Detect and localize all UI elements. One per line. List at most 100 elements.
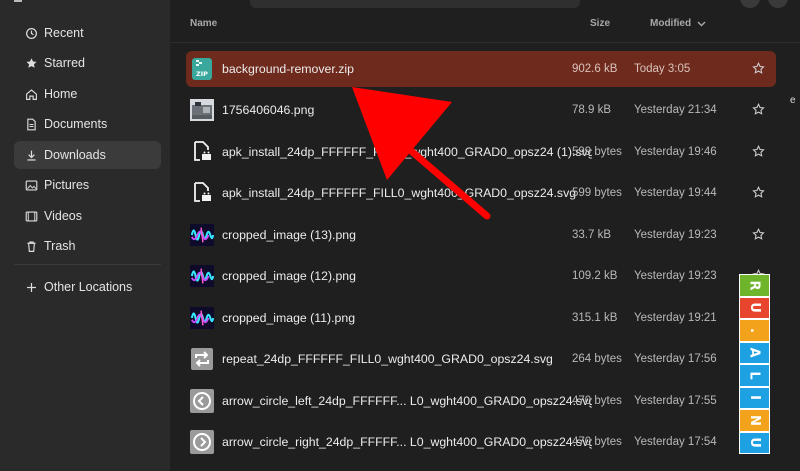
file-row[interactable]: cropped_image (13).png 33.7 kB Yesterday 1… xyxy=(186,217,776,253)
file-size: 78.9 kB xyxy=(572,104,611,116)
file-row[interactable]: ZIP background-remover.zip 902.6 kB Today 3… xyxy=(186,51,776,87)
file-size: 470 bytes xyxy=(572,436,622,448)
arrow-circle-right-icon xyxy=(190,429,214,455)
watermark-letter-text: U xyxy=(747,437,762,449)
file-modified: Today 3:05 xyxy=(634,63,691,75)
plus-icon xyxy=(24,280,38,294)
clock-icon xyxy=(24,26,38,40)
waveform-thumb-icon xyxy=(190,263,214,289)
sidebar-item-label: Home xyxy=(44,87,78,101)
sidebar-divider xyxy=(14,264,161,265)
file-modified: Yesterday 19:44 xyxy=(634,187,717,199)
arrow-circle-left-icon xyxy=(190,388,214,414)
minimize-button[interactable] xyxy=(740,0,760,8)
star-icon[interactable] xyxy=(752,227,766,242)
sidebar-item-label: Downloads xyxy=(44,148,106,162)
sidebar-item-recent[interactable]: Recent xyxy=(14,19,161,47)
file-modified: Yesterday 17:55 xyxy=(634,395,717,407)
watermark-letter: A xyxy=(739,341,770,364)
sidebar-item-label: Videos xyxy=(44,209,82,223)
sidebar: Recent Starred Home Documents Downloads … xyxy=(0,0,170,471)
watermark-letter: I xyxy=(739,386,770,409)
document-icon xyxy=(24,117,38,131)
sidebar-item-pictures[interactable]: Pictures xyxy=(14,171,161,199)
sidebar-item-downloads[interactable]: Downloads xyxy=(14,141,161,169)
watermark-letter: N xyxy=(739,409,770,432)
search-button[interactable] xyxy=(614,0,648,6)
file-row[interactable]: arrow_circle_right_24dp_FFFFF... L0_wght… xyxy=(186,424,776,460)
file-name: cropped_image (11).png xyxy=(222,311,356,325)
watermark-letter-text: R xyxy=(746,280,762,291)
file-size: 599 bytes xyxy=(572,146,622,158)
column-header-size[interactable]: Size xyxy=(590,18,610,29)
watermark-letter: R xyxy=(739,274,770,297)
watermark-badge: RU.ALINU xyxy=(739,274,770,454)
watermark-letter: U xyxy=(739,431,770,454)
watermark-letter-text: I xyxy=(747,395,762,401)
file-row[interactable]: 1756406046.png 78.9 kB Yesterday 21:34 xyxy=(186,92,776,128)
file-size: 264 bytes xyxy=(572,353,622,365)
apk-install-icon xyxy=(190,139,214,165)
file-modified: Yesterday 19:23 xyxy=(634,270,717,282)
repeat-icon xyxy=(190,346,214,372)
file-row[interactable]: repeat_24dp_FFFFFF_FILL0_wght400_GRAD0_o… xyxy=(186,341,776,377)
file-row[interactable]: apk_install_24dp_FFFFFF_FILL0_wght400_GR… xyxy=(186,134,776,170)
waveform-thumb-icon xyxy=(190,222,214,248)
sidebar-item-home[interactable]: Home xyxy=(14,80,161,108)
waveform-thumb-icon xyxy=(190,305,214,331)
sidebar-top-stub xyxy=(14,0,22,2)
sidebar-item-label: Trash xyxy=(44,239,76,253)
watermark-letter: U xyxy=(739,296,770,319)
column-header-modified-label: Modified xyxy=(650,18,692,29)
close-window-button[interactable] xyxy=(768,0,788,8)
file-row[interactable]: cropped_image (12).png 109.2 kB Yesterday … xyxy=(186,258,776,294)
file-size: 33.7 kB xyxy=(572,229,611,241)
star-icon[interactable] xyxy=(752,144,766,159)
file-name: background-remover.zip xyxy=(222,62,354,76)
column-header-modified[interactable]: Modified xyxy=(650,18,706,29)
file-name: cropped_image (13).png xyxy=(222,228,356,242)
file-list-pane: Name Size Modified ZIP background-remover… xyxy=(170,0,800,471)
sidebar-item-label: Pictures xyxy=(44,178,90,192)
sidebar-item-videos[interactable]: Videos xyxy=(14,202,161,230)
edge-glyph: e xyxy=(790,95,796,106)
watermark-letter-text: U xyxy=(747,302,762,314)
column-header-name[interactable]: Name xyxy=(190,18,217,29)
file-modified: Yesterday 19:23 xyxy=(634,229,717,241)
watermark-letter: L xyxy=(739,364,770,387)
file-modified: Yesterday 21:34 xyxy=(634,104,717,116)
file-name: repeat_24dp_FFFFFF_FILL0_wght400_GRAD0_o… xyxy=(222,352,553,366)
sidebar-item-other-locations[interactable]: Other Locations xyxy=(14,273,161,301)
file-size: 902.6 kB xyxy=(572,63,618,75)
file-name: apk_install_24dp_FFFFFF_FILL0_wght400_GR… xyxy=(222,145,592,159)
star-icon[interactable] xyxy=(752,61,766,76)
home-icon xyxy=(24,87,38,101)
back-button[interactable] xyxy=(190,0,230,4)
download-icon xyxy=(24,148,38,162)
zip-icon: ZIP xyxy=(190,56,214,82)
image-thumb-icon xyxy=(190,97,214,123)
watermark-letter-text: L xyxy=(746,371,762,380)
picture-icon xyxy=(24,178,38,192)
star-icon xyxy=(24,56,38,70)
sidebar-item-starred[interactable]: Starred xyxy=(14,49,161,77)
file-name: cropped_image (12).png xyxy=(222,269,356,283)
star-icon[interactable] xyxy=(752,102,766,117)
file-size: 599 bytes xyxy=(572,187,622,199)
file-name: apk_install_24dp_FFFFFF_FILL0_wght400_GR… xyxy=(222,186,577,200)
file-modified: Yesterday 19:46 xyxy=(634,146,717,158)
file-row[interactable]: arrow_circle_left_24dp_FFFFFF... L0_wght… xyxy=(186,383,776,419)
file-name: arrow_circle_right_24dp_FFFFF... L0_wght… xyxy=(222,435,592,449)
file-size: 470 bytes xyxy=(572,395,622,407)
sidebar-item-label: Recent xyxy=(44,26,84,40)
sidebar-item-documents[interactable]: Documents xyxy=(14,110,161,138)
file-size: 315.1 kB xyxy=(572,312,618,324)
file-modified: Yesterday 17:56 xyxy=(634,353,717,365)
file-row[interactable]: apk_install_24dp_FFFFFF_FILL0_wght400_GR… xyxy=(186,175,776,211)
watermark-letter-text: A xyxy=(747,347,762,358)
sidebar-item-label: Other Locations xyxy=(44,280,133,294)
file-row[interactable]: cropped_image (11).png 315.1 kB Yesterday … xyxy=(186,300,776,336)
star-icon[interactable] xyxy=(752,185,766,200)
path-bar[interactable] xyxy=(250,0,580,8)
sidebar-item-trash[interactable]: Trash xyxy=(14,232,161,260)
